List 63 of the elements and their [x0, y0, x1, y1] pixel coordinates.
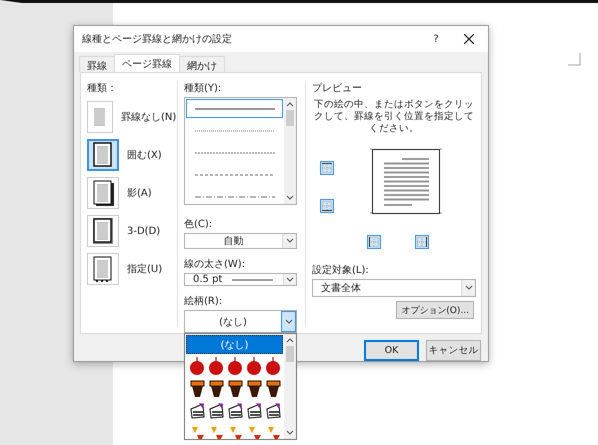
scroll-thumb[interactable]: [286, 110, 294, 126]
style-label: 種類(Y):: [184, 82, 222, 95]
help-button[interactable]: ?: [426, 34, 446, 44]
scroll-down-icon[interactable]: [286, 430, 294, 436]
line-style-list[interactable]: [184, 97, 297, 205]
margin-corner-icon: [568, 53, 582, 67]
top-border-button[interactable]: [320, 161, 334, 175]
setting-option[interactable]: [87, 215, 119, 247]
window-title: 線種とページ罫線と網かけの設定: [82, 32, 233, 46]
setting-option[interactable]: [87, 177, 119, 209]
line-sample-icon: [194, 194, 274, 198]
left-border-button[interactable]: [367, 235, 381, 249]
scrollbar[interactable]: [284, 334, 296, 439]
bottom-border-button[interactable]: [320, 199, 334, 213]
preview-title: プレビュー: [312, 82, 363, 95]
scrollbar[interactable]: [284, 98, 296, 204]
scroll-thumb[interactable]: [286, 346, 294, 362]
page-icon: [91, 179, 115, 207]
border-grid-icon: [369, 237, 379, 247]
setting-option-label: 囲む(X): [127, 149, 162, 162]
line-style-option[interactable]: [186, 99, 283, 118]
art-dropdown[interactable]: (なし): [184, 310, 297, 333]
color-dropdown[interactable]: 自動: [184, 233, 297, 249]
close-icon[interactable]: [464, 34, 474, 44]
tab[interactable]: ページ罫線: [114, 54, 180, 72]
border-grid-icon: [322, 201, 332, 211]
instruction-text: 下の絵の中、またはボタンをクリックして、罫線を引く位置を指定してください。: [313, 99, 475, 135]
apply-to-dropdown[interactable]: 文書全体: [312, 279, 476, 297]
line-sample-icon: [232, 278, 273, 282]
setting-option[interactable]: [87, 139, 119, 171]
setting-option-label: 3-D(D): [127, 226, 160, 236]
chevron-down-icon: [464, 285, 472, 291]
apply-to-label: 設定対象(L):: [312, 264, 370, 277]
page-icon: [91, 141, 115, 169]
page-icon: [91, 217, 115, 245]
cancel-button[interactable]: キャンセル: [426, 340, 481, 361]
color-label: 色(C):: [184, 218, 214, 231]
art-option[interactable]: (なし): [186, 335, 283, 354]
tab[interactable]: 罫線: [79, 56, 115, 72]
line-sample-icon: [194, 128, 274, 132]
chevron-down-icon: [286, 238, 294, 244]
chevron-down-icon: [286, 276, 294, 282]
border-grid-icon: [417, 237, 427, 247]
width-label: 線の太さ(W):: [184, 258, 246, 271]
setting-option-label: 影(A): [127, 187, 152, 200]
line-sample-icon: [194, 172, 274, 176]
setting-label: 種類：: [87, 82, 118, 95]
tab[interactable]: 網かけ: [179, 56, 225, 72]
art-label: 絵柄(R):: [184, 294, 224, 308]
options-button[interactable]: オプション(O)...: [396, 301, 474, 319]
setting-option[interactable]: [87, 253, 119, 285]
setting-option-label: 指定(U): [127, 262, 162, 276]
setting-option-label: 罫線なし(N): [121, 111, 176, 124]
scroll-up-icon[interactable]: [286, 101, 294, 107]
border-grid-icon: [322, 163, 332, 173]
scroll-down-icon[interactable]: [286, 195, 294, 201]
chevron-down-icon: [284, 318, 292, 324]
right-border-button[interactable]: [415, 235, 429, 249]
line-sample-icon: [194, 150, 274, 154]
line-sample-icon: [194, 106, 274, 110]
ok-button[interactable]: OK: [364, 340, 419, 361]
line-width-dropdown[interactable]: 0.5 pt: [184, 273, 297, 286]
scroll-up-icon[interactable]: [286, 337, 294, 343]
